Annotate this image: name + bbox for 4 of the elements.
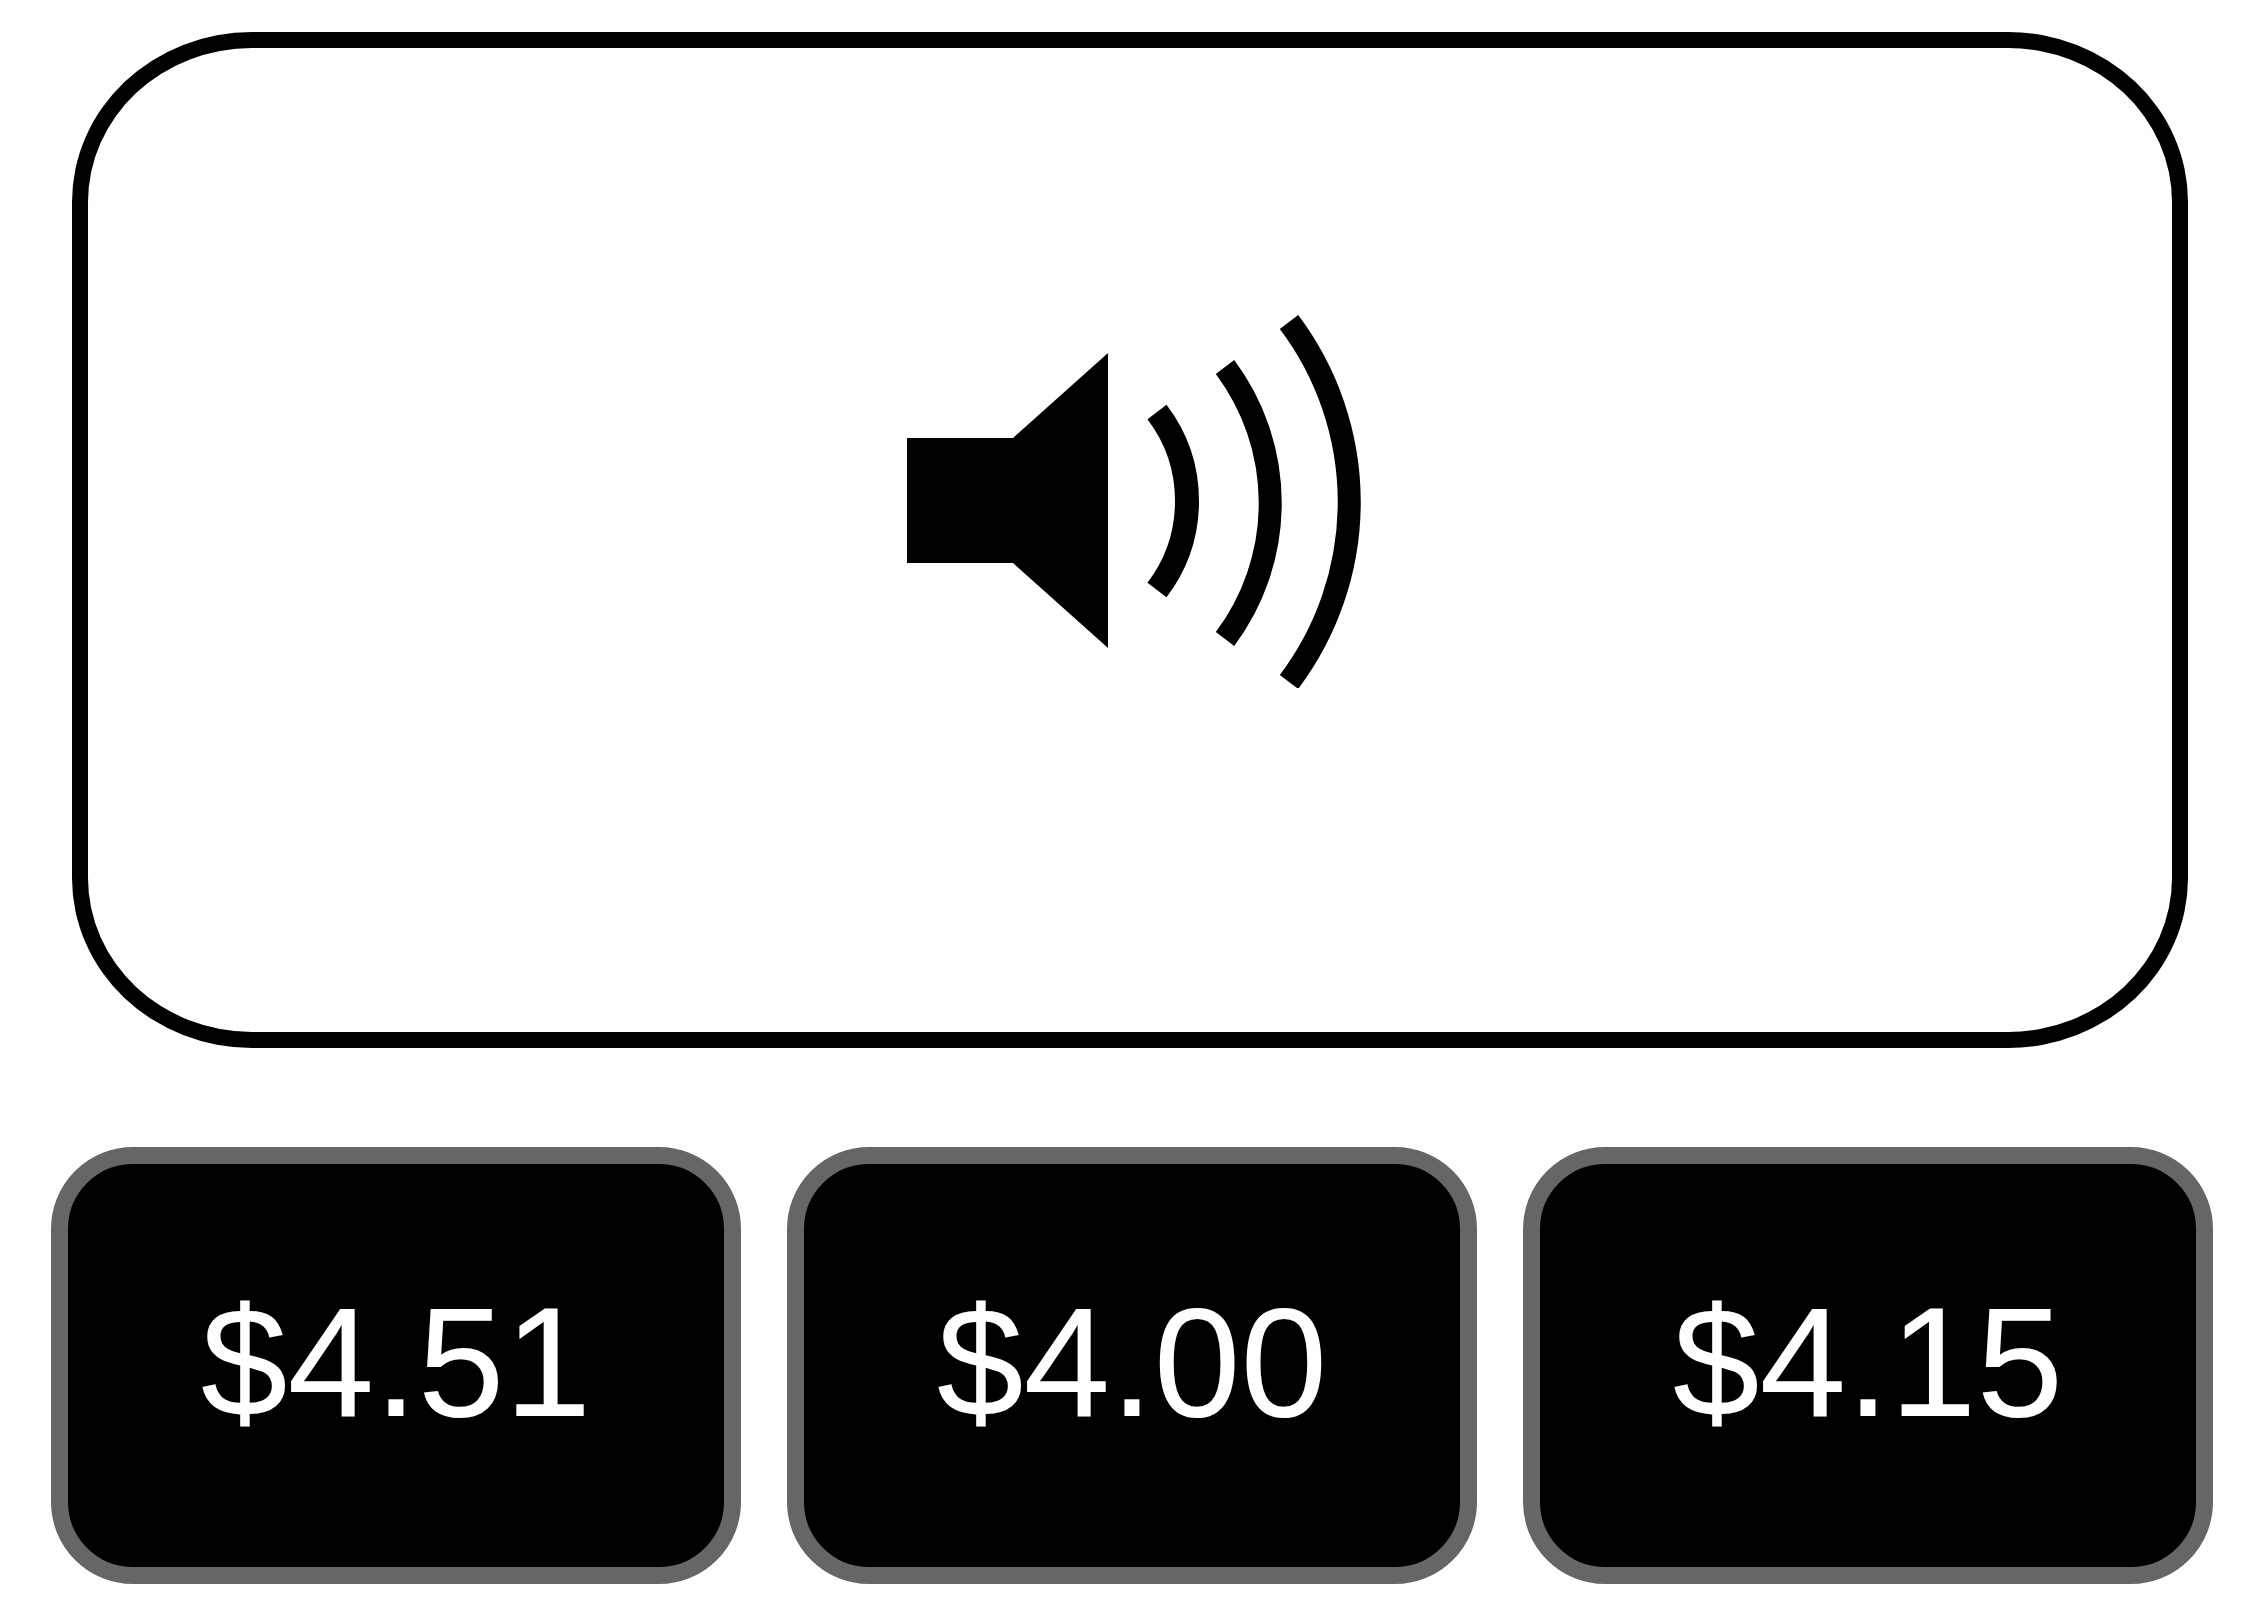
price-option-button[interactable]: $4.51 (51, 1147, 741, 1584)
price-option-button[interactable]: $4.15 (1523, 1147, 2213, 1584)
price-option-button[interactable]: $4.00 (787, 1147, 1477, 1584)
audio-button[interactable] (72, 32, 2188, 1048)
